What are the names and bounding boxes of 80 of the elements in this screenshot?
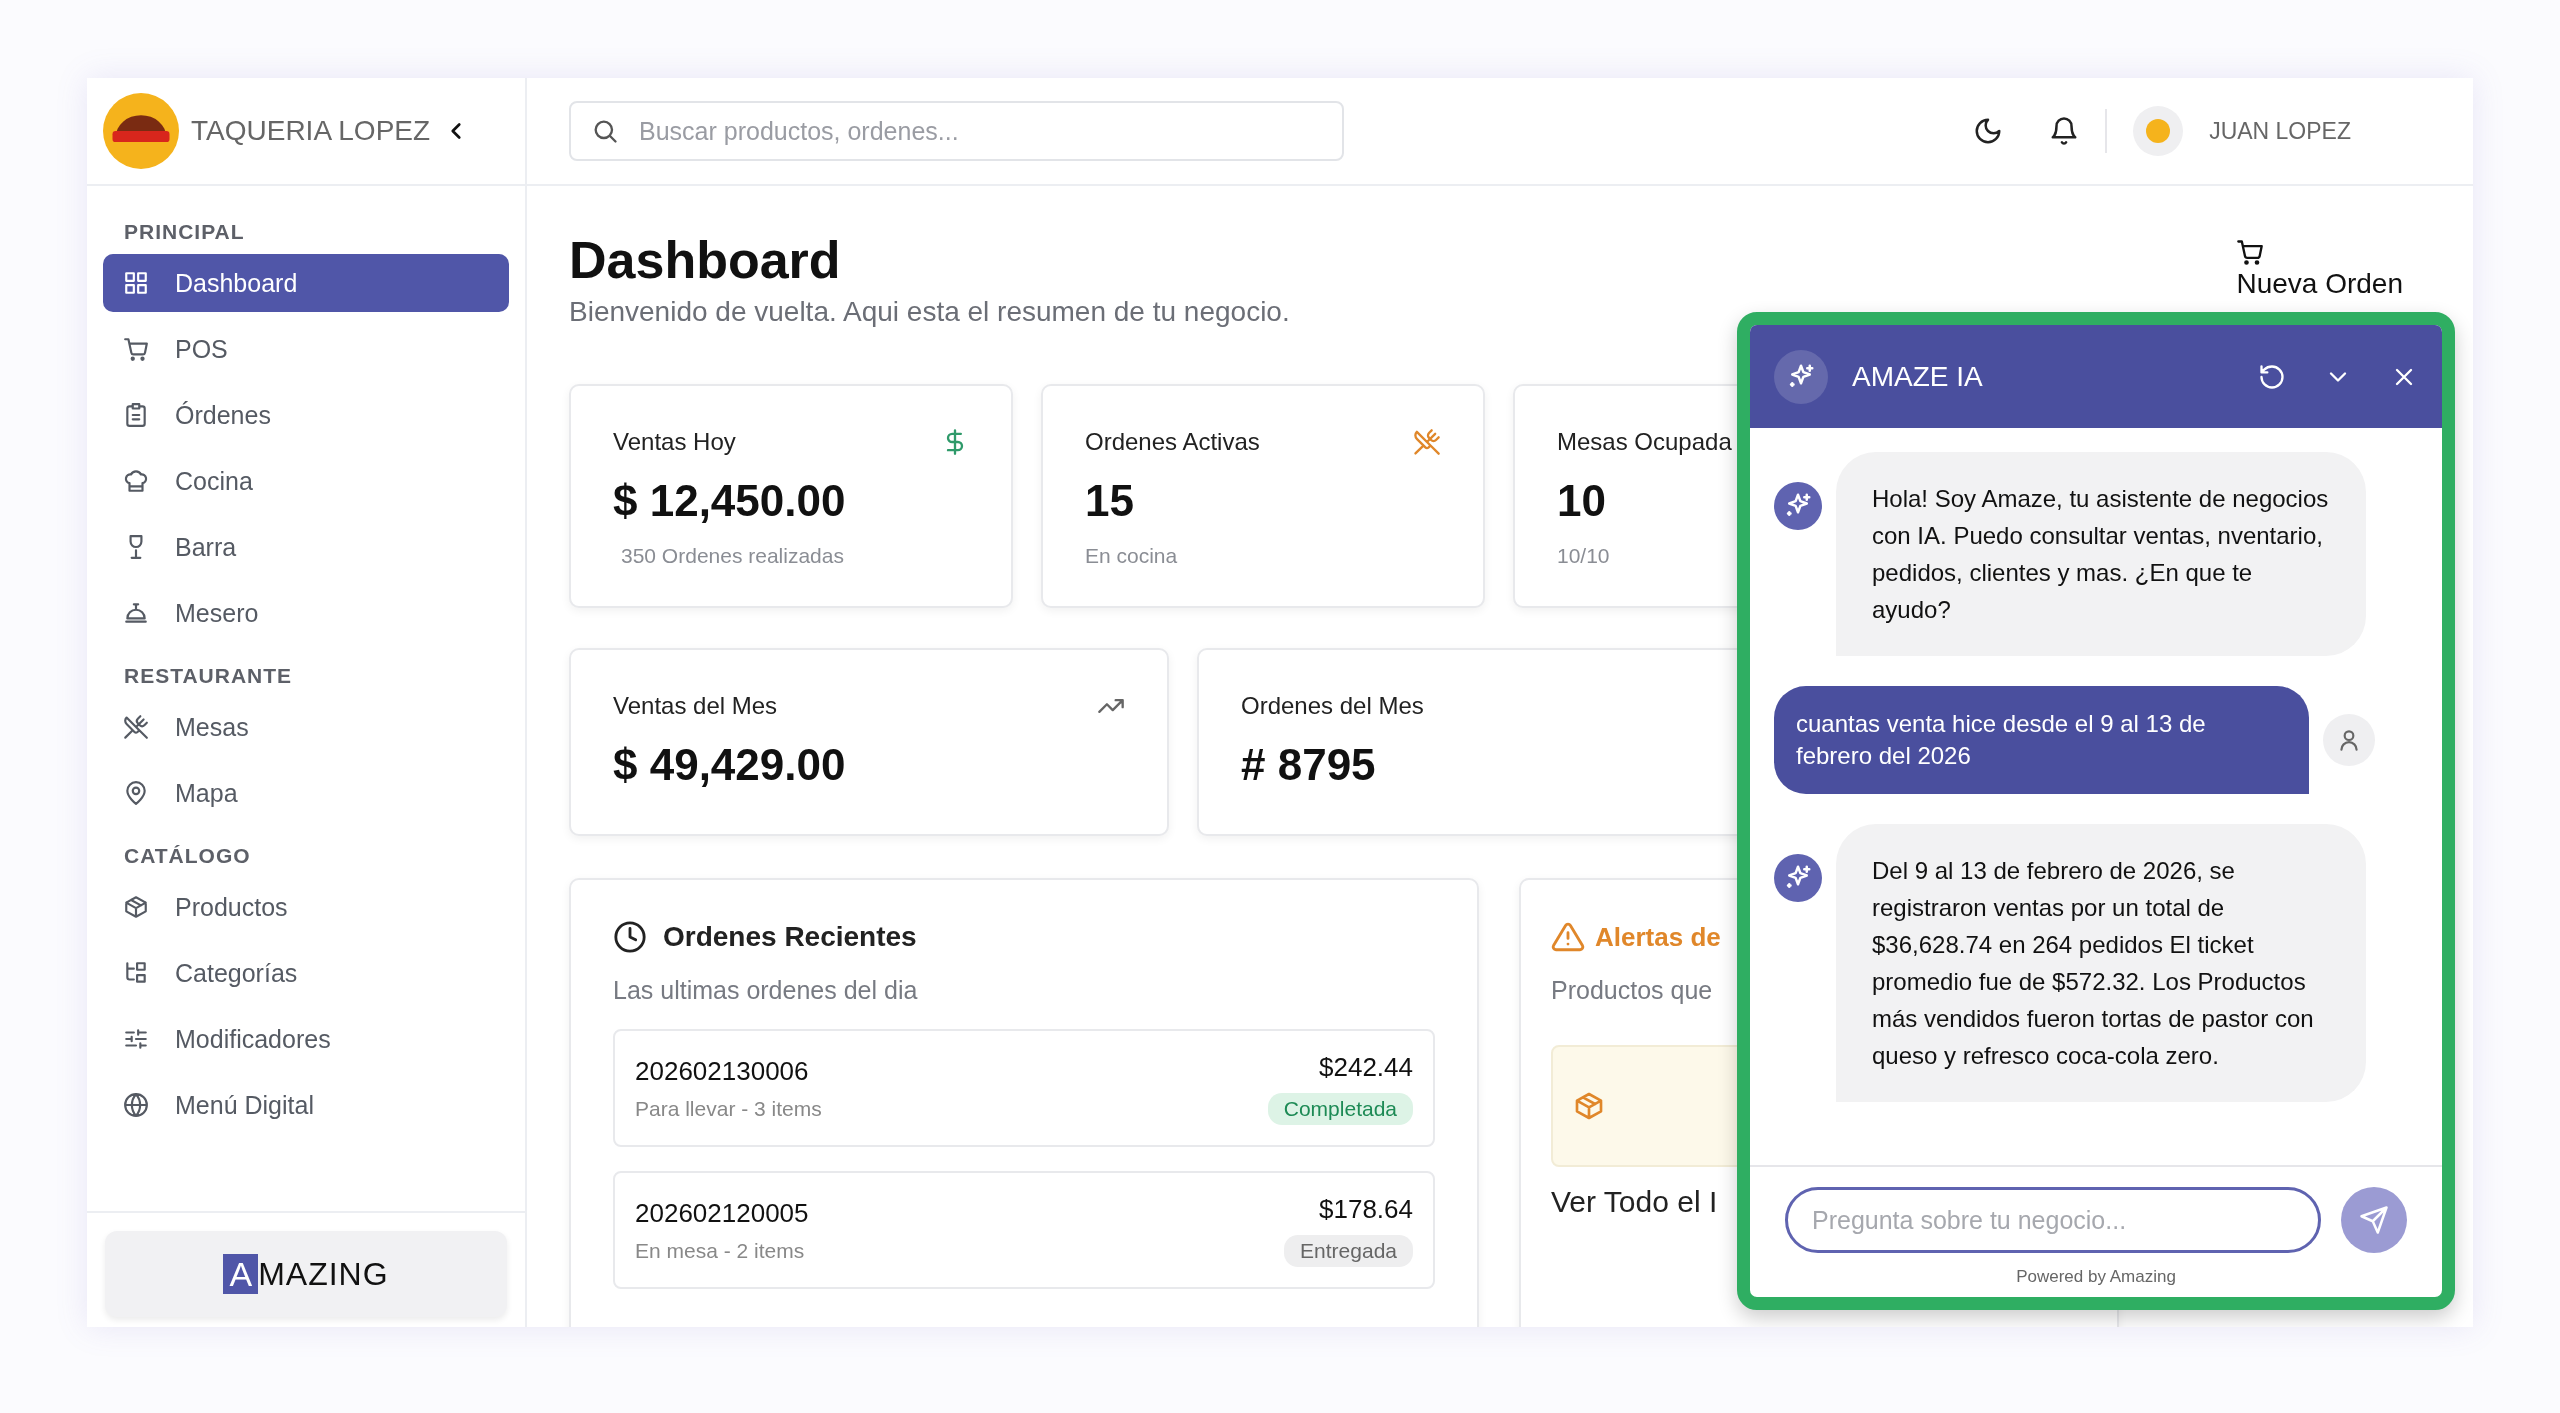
chef-hat-icon bbox=[123, 468, 149, 494]
chat-input[interactable]: Pregunta sobre tu negocio... bbox=[1785, 1187, 2321, 1253]
assistant-message: Del 9 al 13 de febrero de 2026, se registraron ventas por un total de $36,628.74 en 264 pedidos El ticket promedio fue de $572.32. Los Productos más vendidos fueron tortas de pastor con queso y refresco coca-cola zero. bbox=[1836, 824, 2366, 1102]
sidebar-item[interactable]: Mapa bbox=[103, 764, 509, 822]
warning-icon bbox=[1551, 920, 1585, 954]
sidebar-item[interactable]: Menú Digital bbox=[103, 1076, 509, 1134]
order-id: 202602130006 bbox=[635, 1055, 810, 1087]
refresh-icon[interactable] bbox=[2258, 362, 2286, 391]
order-detail: En mesa - 2 items bbox=[635, 1238, 806, 1263]
stat-note: 10/10 bbox=[1557, 544, 1610, 568]
stat-label: Ordenes del Mes bbox=[1241, 692, 1424, 720]
sliders-icon bbox=[123, 1026, 149, 1052]
sparkle-icon bbox=[1774, 349, 1828, 404]
order-detail: Para llevar - 3 items bbox=[635, 1096, 822, 1121]
globe-icon bbox=[123, 1092, 149, 1118]
grid-icon bbox=[123, 270, 149, 296]
brand-name: TAQUERIA LOPEZ bbox=[191, 115, 431, 147]
clipboard-icon bbox=[123, 402, 149, 428]
stat-note: En cocina bbox=[1085, 544, 1178, 568]
stat-label: Ventas del Mes bbox=[613, 692, 778, 720]
sidebar-item[interactable]: Categorías bbox=[103, 944, 509, 1002]
card-subtitle: Productos que bbox=[1551, 976, 1713, 1005]
stat-label: Mesas Ocupada bbox=[1557, 428, 1732, 456]
logo-icon bbox=[103, 93, 179, 169]
card-title: Alertas de bbox=[1595, 921, 1721, 953]
box-icon bbox=[123, 894, 149, 920]
logo-text: MAZING bbox=[258, 1255, 389, 1293]
user-icon bbox=[2323, 714, 2375, 766]
section-heading: CATÁLOGO bbox=[123, 843, 252, 869]
sidebar-item[interactable]: Mesero bbox=[103, 584, 509, 642]
map-pin-icon bbox=[123, 780, 149, 806]
order-total: $242.44 bbox=[1319, 1051, 1413, 1083]
stat-value: 15 bbox=[1085, 476, 1134, 526]
card-title: Ordenes Recientes bbox=[663, 921, 917, 953]
sidebar-item[interactable]: Mesas bbox=[103, 698, 509, 756]
sidebar-item[interactable]: Barra bbox=[103, 518, 509, 576]
new-order-button[interactable]: Nueva Orden bbox=[2236, 238, 2403, 300]
box-icon bbox=[1573, 1090, 1605, 1122]
sidebar-item[interactable]: Cocina bbox=[103, 452, 509, 510]
powered-by-text: Powered by Amazing bbox=[2016, 1267, 2176, 1287]
sparkle-icon bbox=[1774, 854, 1822, 902]
stat-note: 350 Ordenes realizadas bbox=[620, 544, 844, 568]
logo-mark: A bbox=[223, 1254, 259, 1294]
sidebar-item[interactable]: Órdenes bbox=[103, 386, 509, 444]
service-bell-icon bbox=[123, 600, 149, 626]
page-title: Dashboard bbox=[569, 230, 842, 290]
user-message: cuantas venta hice desde el 9 al 13 de febrero del 2026 bbox=[1774, 686, 2309, 794]
search-field[interactable]: Buscar productos, ordenes... bbox=[569, 101, 1344, 161]
card-subtitle: Las ultimas ordenes del dia bbox=[613, 976, 918, 1005]
section-heading: RESTAURANTE bbox=[123, 663, 294, 689]
sidebar-item[interactable]: Dashboard bbox=[103, 254, 509, 312]
cart-icon bbox=[123, 336, 149, 362]
view-all-link[interactable]: Ver Todo el I bbox=[1551, 1185, 1718, 1219]
tree-icon bbox=[123, 960, 149, 986]
stat-label: Ordenes Activas bbox=[1085, 428, 1260, 456]
order-total: $178.64 bbox=[1319, 1193, 1413, 1225]
chat-title: AMAZE IA bbox=[1852, 360, 1984, 393]
sidebar-item[interactable]: POS bbox=[103, 320, 509, 378]
section-heading: PRINCIPAL bbox=[123, 219, 246, 245]
order-row[interactable]: 202602120005 En mesa - 2 items $178.64 Entregada bbox=[613, 1171, 1435, 1289]
stat-value: $ 49,429.00 bbox=[613, 740, 846, 790]
sidebar-item[interactable]: Productos bbox=[103, 878, 509, 936]
cart-icon bbox=[2236, 238, 2265, 266]
order-row[interactable]: 202602130006 Para llevar - 3 items $242.44 Completada bbox=[613, 1029, 1435, 1147]
user-name[interactable]: JUAN LOPEZ bbox=[2209, 117, 2351, 145]
stat-value: $ 12,450.00 bbox=[613, 476, 846, 526]
send-icon bbox=[2359, 1205, 2389, 1235]
stat-value: 10 bbox=[1557, 476, 1606, 526]
status-badge: Entregada bbox=[1284, 1234, 1413, 1267]
fork-knife-icon bbox=[123, 714, 149, 740]
page-subtitle: Bienvenido de vuelta. Aqui esta el resumen de tu negocio. bbox=[569, 296, 1290, 328]
assistant-message: Hola! Soy Amaze, tu asistente de negocios con IA. Puedo consultar ventas, nventario, pedidos, clientes y mas. ¿En que te ayudo? bbox=[1836, 452, 2366, 656]
status-badge: Completada bbox=[1267, 1092, 1413, 1125]
clock-icon bbox=[613, 920, 647, 954]
stat-value: # 8795 bbox=[1241, 740, 1376, 790]
sidebar-item[interactable]: Modificadores bbox=[103, 1010, 509, 1068]
fork-knife-icon bbox=[1413, 428, 1441, 456]
sparkle-icon bbox=[1774, 482, 1822, 530]
stat-label: Ventas Hoy bbox=[613, 428, 736, 456]
order-id: 202602120005 bbox=[635, 1197, 809, 1229]
